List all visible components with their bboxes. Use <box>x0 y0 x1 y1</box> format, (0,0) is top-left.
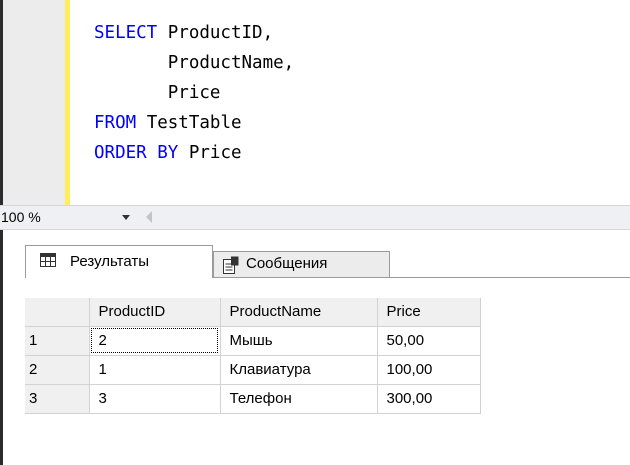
sql-keyword: ORDER BY <box>94 143 179 163</box>
cell-productname[interactable]: Клавиатура <box>220 355 378 385</box>
column-header-productname[interactable]: ProductName <box>220 298 378 327</box>
cell-productid[interactable]: 2 <box>89 326 221 356</box>
results-pane: Результаты Сообщения ProductID ProductNa… <box>0 230 630 465</box>
messages-icon <box>223 256 239 274</box>
change-tracking-bar <box>65 0 70 205</box>
row-number[interactable]: 2 <box>25 355 90 385</box>
sql-identifier: Price <box>94 83 221 103</box>
column-header-price[interactable]: Price <box>377 298 481 327</box>
window-edge <box>0 230 3 465</box>
tab-results-label: Результаты <box>70 253 149 270</box>
tab-divider <box>213 277 630 278</box>
code-line[interactable]: SELECT ProductID, <box>94 18 294 48</box>
code-line[interactable]: ProductName, <box>94 48 294 78</box>
code-line[interactable]: ORDER BY Price <box>94 138 294 168</box>
grid-header-row: ProductID ProductName Price <box>25 298 481 327</box>
cell-productname[interactable]: Мышь <box>220 326 378 356</box>
row-number[interactable]: 3 <box>25 384 90 414</box>
tab-results[interactable]: Результаты <box>25 245 213 278</box>
sql-identifier: Price <box>178 143 242 163</box>
cell-price[interactable]: 300,00 <box>377 384 481 414</box>
table-row[interactable]: 3 3 Телефон 300,00 <box>25 384 481 414</box>
cell-price[interactable]: 50,00 <box>377 326 481 356</box>
row-number[interactable]: 1 <box>25 326 90 356</box>
zoom-level[interactable]: 100 % <box>1 209 41 225</box>
code-line[interactable]: Price <box>94 78 294 108</box>
scroll-left-icon[interactable] <box>146 211 152 223</box>
sql-keyword: FROM <box>94 113 137 133</box>
cell-price[interactable]: 100,00 <box>377 355 481 385</box>
tab-messages-label: Сообщения <box>246 255 328 272</box>
editor-margin <box>3 0 65 205</box>
sql-identifier: ProductName, <box>94 53 295 73</box>
cell-productname[interactable]: Телефон <box>220 384 378 414</box>
code-line[interactable]: FROM TestTable <box>94 108 294 138</box>
tab-messages[interactable]: Сообщения <box>213 251 390 278</box>
query-editor[interactable]: SELECT ProductID, ProductName, Price FROM… <box>0 0 630 205</box>
grid-icon <box>40 253 56 267</box>
cell-productid[interactable]: 1 <box>89 355 221 385</box>
chevron-down-icon[interactable] <box>122 215 130 220</box>
results-grid[interactable]: ProductID ProductName Price 1 2 Мышь 50,… <box>25 298 481 414</box>
sql-identifier: TestTable <box>136 113 242 133</box>
grid-corner[interactable] <box>25 298 90 327</box>
zoom-bar: 100 % <box>0 205 630 230</box>
sql-code[interactable]: SELECT ProductID, ProductName, Price FROM… <box>94 18 294 168</box>
table-row[interactable]: 1 2 Мышь 50,00 <box>25 326 481 356</box>
sql-keyword: SELECT <box>94 23 158 43</box>
sql-identifier: ProductID, <box>157 23 274 43</box>
table-row[interactable]: 2 1 Клавиатура 100,00 <box>25 355 481 385</box>
cell-productid[interactable]: 3 <box>89 384 221 414</box>
column-header-productid[interactable]: ProductID <box>89 298 221 327</box>
